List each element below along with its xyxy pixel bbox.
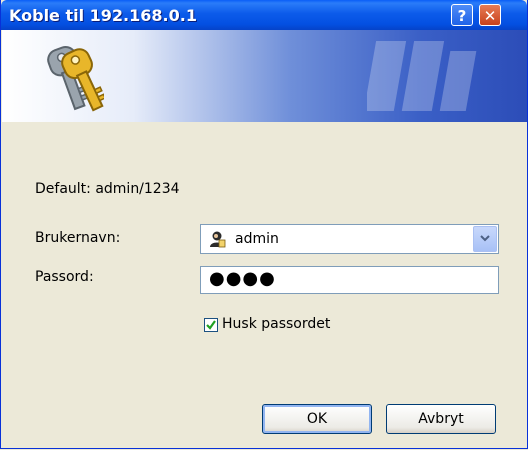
password-mask: ●●●● (209, 268, 276, 289)
checkmark-icon (206, 320, 216, 330)
close-button[interactable]: ✕ (479, 4, 501, 26)
close-icon: ✕ (483, 7, 497, 25)
default-credentials-text: Default: admin/1234 (35, 181, 180, 197)
remember-password-label[interactable]: Husk passordet (222, 316, 330, 332)
login-dialog: Koble til 192.168.0.1 ? ✕ Default: admin… (0, 0, 528, 449)
keys-icon (47, 45, 104, 112)
password-field[interactable]: ●●●● (200, 266, 499, 294)
username-combobox[interactable]: admin (200, 224, 499, 254)
ok-button[interactable]: OK (262, 404, 372, 434)
help-button[interactable]: ? (451, 4, 473, 26)
window-title: Koble til 192.168.0.1 (9, 6, 197, 25)
keys-watermark-icon (367, 41, 477, 111)
cancel-button[interactable]: Avbryt (386, 404, 496, 434)
header-banner (2, 30, 527, 122)
username-value: admin (235, 231, 279, 247)
username-dropdown-button[interactable] (473, 226, 497, 252)
password-label: Passord: (35, 269, 94, 285)
title-bar[interactable]: Koble til 192.168.0.1 ? ✕ (1, 0, 527, 30)
remember-password-checkbox[interactable] (204, 318, 218, 332)
user-icon (210, 231, 226, 248)
help-icon: ? (457, 7, 467, 25)
chevron-down-icon (480, 235, 490, 242)
username-label: Brukernavn: (35, 230, 121, 246)
